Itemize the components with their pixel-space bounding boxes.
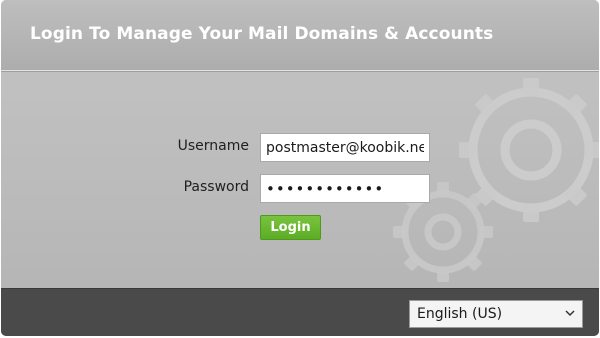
login-button[interactable]: Login bbox=[260, 215, 321, 240]
login-panel: Login To Manage Your Mail Domains & Acco… bbox=[1, 0, 599, 336]
password-field[interactable] bbox=[260, 174, 430, 203]
language-select-value: English (US) bbox=[417, 306, 503, 322]
page-title: Login To Manage Your Mail Domains & Acco… bbox=[30, 24, 494, 44]
username-field[interactable] bbox=[260, 133, 430, 162]
header-bar: Login To Manage Your Mail Domains & Acco… bbox=[1, 0, 599, 71]
username-label: Username bbox=[177, 138, 249, 154]
language-select[interactable]: English (US) bbox=[409, 300, 583, 328]
chevron-down-icon bbox=[565, 310, 575, 317]
password-label: Password bbox=[183, 179, 249, 195]
footer-bar: English (US) bbox=[1, 288, 599, 336]
